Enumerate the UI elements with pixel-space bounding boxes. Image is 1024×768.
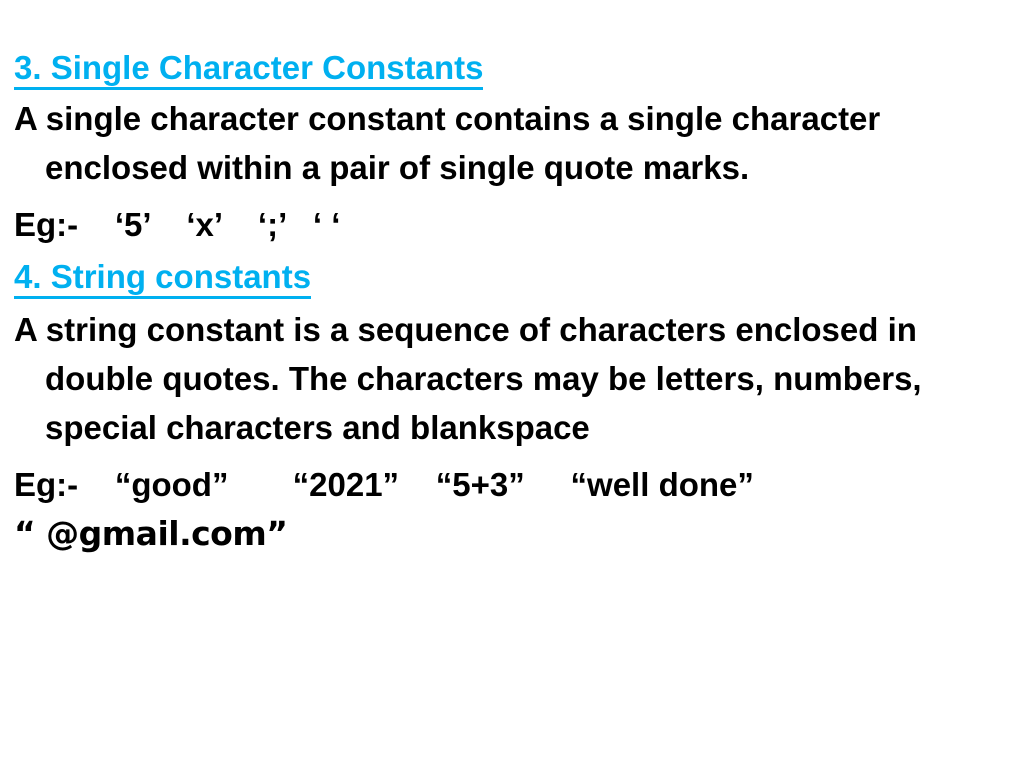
example-4-gap xyxy=(0,452,1024,460)
section-heading-4-text: 4. String constants xyxy=(14,259,312,299)
example-3-gap xyxy=(0,192,1024,200)
section-paragraph-3: A single character constant contains a s… xyxy=(14,100,881,186)
section-heading-3: 3. Single Character Constants xyxy=(0,46,1024,90)
top-spacer xyxy=(0,0,1024,46)
section-paragraph-4: A string constant is a sequence of chara… xyxy=(14,311,922,446)
section-example-3: Eg:- ‘5’ ‘x’ ‘;’ ‘ ‘ xyxy=(14,206,341,243)
section-heading-3-text: 3. Single Character Constants xyxy=(14,50,484,90)
slide-canvas: 3. Single Character Constants A single c… xyxy=(0,0,1024,768)
section-example-4: Eg:- “good” “2021” “5+3” “well done” xyxy=(14,466,754,503)
slide-content-body: 3. Single Character Constants A single c… xyxy=(0,0,1024,558)
section-example-4-continued: “ @gmail.com” xyxy=(14,514,288,553)
section-heading-4: 4. String constants xyxy=(0,255,1024,299)
